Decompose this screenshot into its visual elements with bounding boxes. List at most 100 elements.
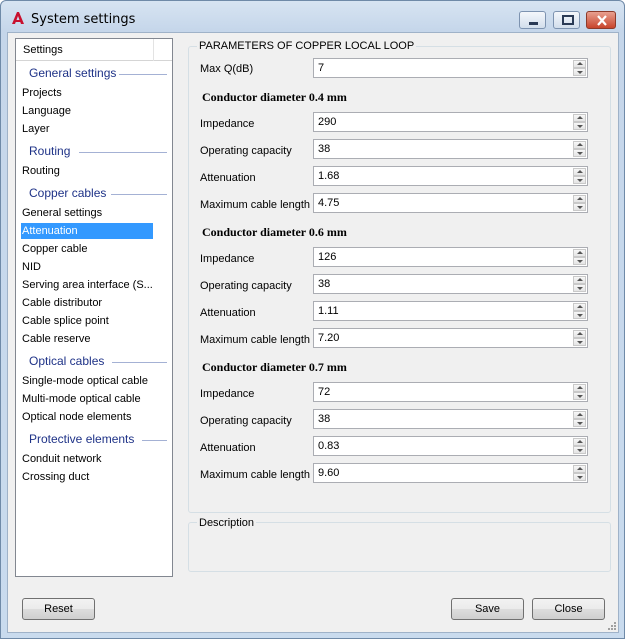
stepper-down-icon[interactable] [573, 149, 586, 157]
minimize-button[interactable] [519, 11, 546, 29]
app-logo-icon [12, 12, 24, 24]
stepper-buttons [573, 411, 586, 427]
sidebar-header-label: Settings [23, 44, 63, 56]
stepper-up-icon[interactable] [573, 195, 586, 203]
stepper-buttons [573, 438, 586, 454]
stepper-down-icon[interactable] [573, 338, 586, 346]
impedance-0-4-stepper[interactable]: 290 [313, 112, 588, 132]
impedance-label: Impedance [200, 118, 255, 130]
stepper-down-icon[interactable] [573, 311, 586, 319]
attenuation-0-6-stepper[interactable]: 1.11 [313, 301, 588, 321]
close-button[interactable]: Close [532, 598, 605, 620]
maximum-cable-length-0-6-stepper[interactable]: 7.20 [313, 328, 588, 348]
stepper-down-icon[interactable] [573, 257, 586, 265]
sidebar-item-layer[interactable]: Layer [22, 121, 50, 137]
stepper-up-icon[interactable] [573, 60, 586, 68]
group-label: Optical cables [29, 354, 105, 368]
impedance-0-6-stepper[interactable]: 126 [313, 247, 588, 267]
sidebar-item-optical-node-elements[interactable]: Optical node elements [22, 409, 131, 425]
stepper-up-icon[interactable] [573, 303, 586, 311]
sidebar-item-multi-mode-optical-cable[interactable]: Multi-mode optical cable [22, 391, 141, 407]
dialog-body: Settings General settings Projects Langu… [7, 32, 619, 633]
group-label: Protective elements [29, 432, 135, 446]
sidebar-item-cable-distributor[interactable]: Cable distributor [22, 295, 102, 311]
sidebar-header[interactable]: Settings [16, 39, 172, 61]
operating-capacity-0-6-stepper[interactable]: 38 [313, 274, 588, 294]
stepper-value: 0.83 [318, 440, 340, 452]
stepper-up-icon[interactable] [573, 411, 586, 419]
attenuation-label: Attenuation [200, 442, 256, 454]
stepper-down-icon[interactable] [573, 446, 586, 454]
stepper-up-icon[interactable] [573, 276, 586, 284]
maximum-cable-length-label: Maximum cable length [200, 199, 311, 211]
column-divider[interactable] [153, 39, 154, 61]
operating-capacity-label: Operating capacity [200, 280, 292, 292]
title-bar[interactable]: System settings [1, 1, 624, 35]
sidebar-item-serving-area-interface[interactable]: Serving area interface (S... [22, 277, 153, 293]
stepper-value: 7.20 [318, 332, 340, 344]
stepper-down-icon[interactable] [573, 419, 586, 427]
stepper-up-icon[interactable] [573, 168, 586, 176]
group-label: General settings [29, 66, 117, 80]
maximum-cable-length-0-7-stepper[interactable]: 9.60 [313, 463, 588, 483]
sidebar-item-crossing-duct[interactable]: Crossing duct [22, 469, 89, 485]
stepper-up-icon[interactable] [573, 438, 586, 446]
sidebar-item-projects[interactable]: Projects [22, 85, 62, 101]
sidebar-item-single-mode-optical-cable[interactable]: Single-mode optical cable [22, 373, 148, 389]
description-legend: Description [197, 517, 257, 529]
sidebar-item-copper-general-settings[interactable]: General settings [22, 205, 102, 221]
attenuation-label: Attenuation [200, 172, 256, 184]
sidebar-item-cable-splice-point[interactable]: Cable splice point [22, 313, 109, 329]
attenuation-label: Attenuation [200, 307, 256, 319]
stepper-down-icon[interactable] [573, 68, 586, 76]
operating-capacity-0-7-stepper[interactable]: 38 [313, 409, 588, 429]
stepper-down-icon[interactable] [573, 473, 586, 481]
stepper-up-icon[interactable] [573, 465, 586, 473]
sidebar-item-conduit-network[interactable]: Conduit network [22, 451, 102, 467]
sidebar-item-attenuation[interactable]: Attenuation [21, 223, 153, 239]
close-icon [597, 15, 607, 26]
maximum-cable-length-0-4-stepper[interactable]: 4.75 [313, 193, 588, 213]
attenuation-0-7-stepper[interactable]: 0.83 [313, 436, 588, 456]
stepper-up-icon[interactable] [573, 249, 586, 257]
group-divider [142, 440, 167, 441]
stepper-value: 4.75 [318, 197, 340, 209]
stepper-value: 290 [318, 116, 337, 128]
stepper-buttons [573, 195, 586, 211]
sidebar-item-copper-cable[interactable]: Copper cable [22, 241, 87, 257]
sidebar-item-cable-reserve[interactable]: Cable reserve [22, 331, 90, 347]
maximize-button[interactable] [553, 11, 580, 29]
stepper-down-icon[interactable] [573, 203, 586, 211]
operating-capacity-0-4-stepper[interactable]: 38 [313, 139, 588, 159]
stepper-down-icon[interactable] [573, 392, 586, 400]
stepper-value: 1.68 [318, 170, 340, 182]
sidebar-item-routing[interactable]: Routing [22, 163, 60, 179]
sidebar-item-language[interactable]: Language [22, 103, 71, 119]
stepper-up-icon[interactable] [573, 384, 586, 392]
reset-button[interactable]: Reset [22, 598, 95, 620]
group-divider [111, 194, 167, 195]
close-window-button[interactable] [586, 11, 616, 29]
stepper-value: 38 [318, 143, 331, 155]
save-button[interactable]: Save [451, 598, 524, 620]
group-routing: Routing [29, 144, 70, 158]
stepper-up-icon[interactable] [573, 141, 586, 149]
impedance-0-7-stepper[interactable]: 72 [313, 382, 588, 402]
max-q-stepper[interactable]: 7 [313, 58, 588, 78]
stepper-buttons [573, 384, 586, 400]
resize-grip-icon[interactable] [606, 620, 616, 630]
stepper-up-icon[interactable] [573, 330, 586, 338]
group-protective-elements: Protective elements [29, 432, 134, 446]
impedance-label: Impedance [200, 388, 255, 400]
attenuation-0-4-stepper[interactable]: 1.68 [313, 166, 588, 186]
stepper-down-icon[interactable] [573, 284, 586, 292]
operating-capacity-label: Operating capacity [200, 145, 292, 157]
stepper-value: 7 [318, 62, 325, 74]
stepper-down-icon[interactable] [573, 176, 586, 184]
parameters-legend: PARAMETERS OF COPPER LOCAL LOOP [197, 40, 417, 52]
stepper-down-icon[interactable] [573, 122, 586, 130]
sidebar-item-nid[interactable]: NID [22, 259, 41, 275]
impedance-label: Impedance [200, 253, 255, 265]
stepper-buttons [573, 141, 586, 157]
stepper-up-icon[interactable] [573, 114, 586, 122]
